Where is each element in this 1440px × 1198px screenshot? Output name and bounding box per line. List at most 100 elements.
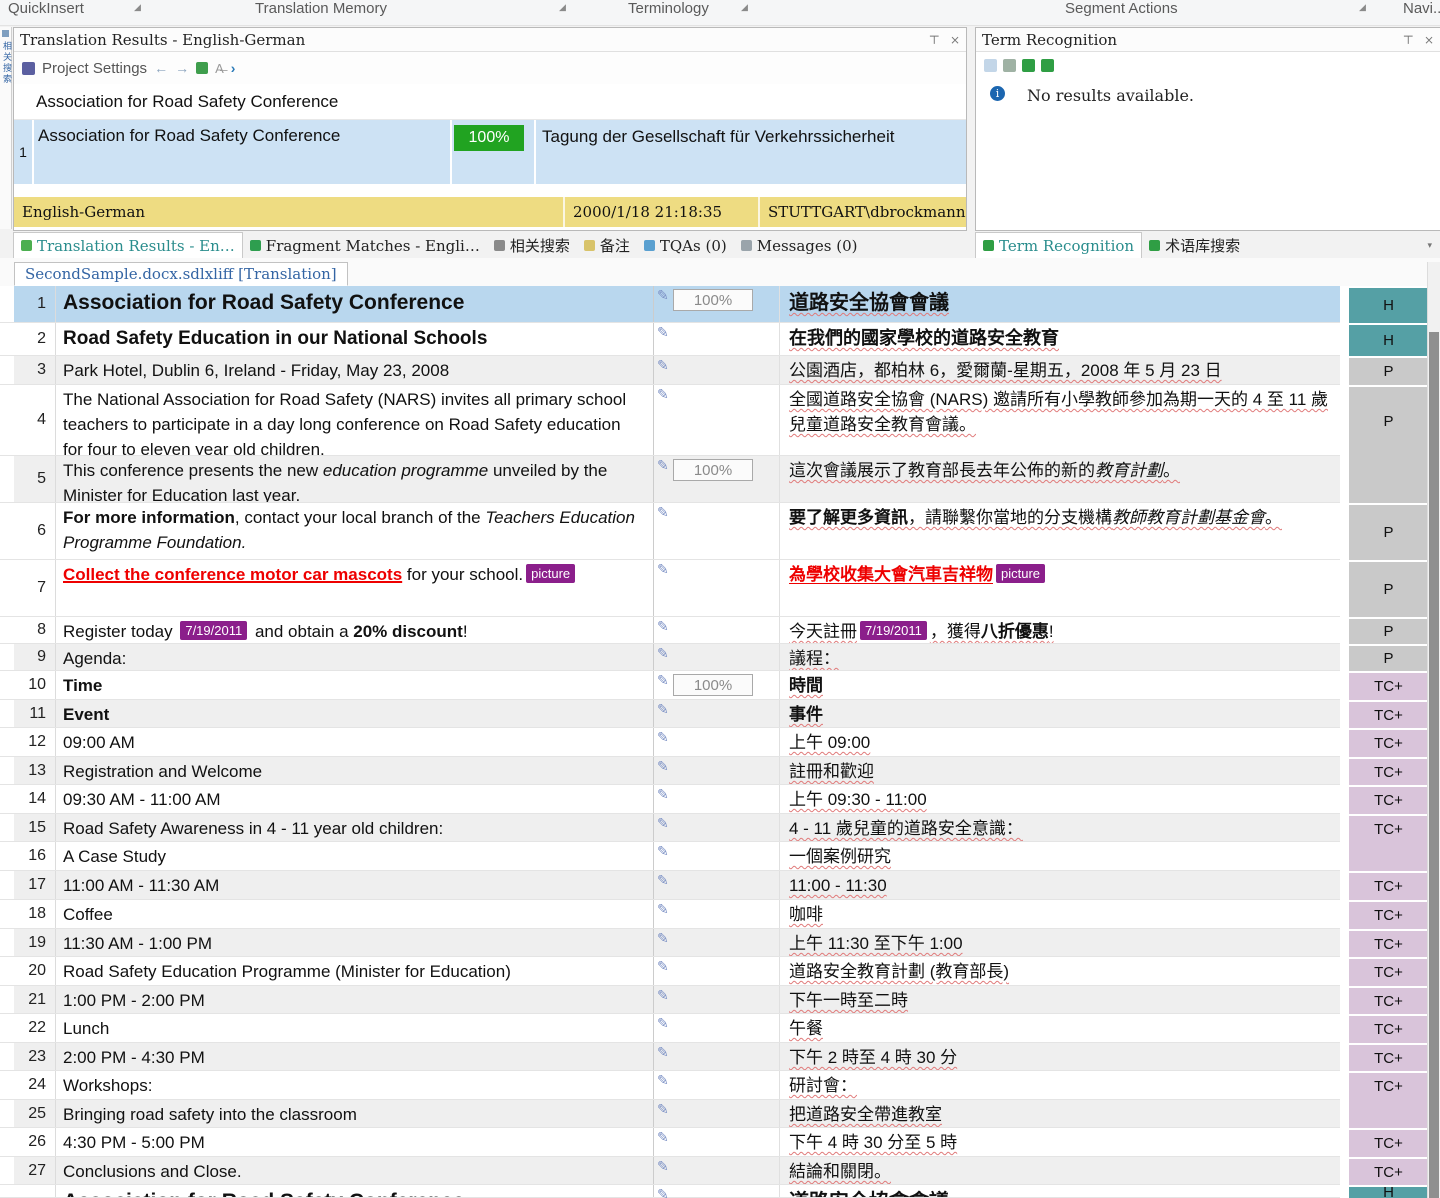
source-cell[interactable]: Registration and Welcome — [56, 757, 654, 784]
document-structure-badge[interactable]: P — [1349, 617, 1428, 644]
segment-number[interactable]: 25 — [14, 1100, 56, 1127]
document-structure-badge[interactable]: P — [1349, 644, 1428, 671]
add-term-icon[interactable] — [1003, 59, 1016, 72]
target-cell[interactable]: 道路安全協會會議 — [780, 286, 1340, 322]
segment-number[interactable]: 26 — [14, 1128, 56, 1156]
source-cell[interactable]: This conference presents the new educati… — [56, 456, 654, 502]
target-cell[interactable]: 下午 2 時至 4 時 30 分 — [780, 1043, 1340, 1070]
source-cell[interactable]: 09:30 AM - 11:00 AM — [56, 785, 654, 813]
source-cell[interactable]: Park Hotel, Dublin 6, Ireland - Friday, … — [56, 356, 654, 384]
target-cell[interactable]: 在我們的國家學校的道路安全教育 — [780, 323, 1340, 355]
segment-number[interactable]: 13 — [14, 757, 56, 784]
tab-fragment-matches[interactable]: Fragment Matches - Engli… — [243, 233, 487, 258]
segment-number[interactable]: 27 — [14, 1157, 56, 1184]
edit-translation-icon[interactable]: A̶ — [215, 61, 224, 76]
collapsed-panel-tab[interactable]: 相关搜索 — [0, 27, 12, 229]
forward-arrow-icon[interactable]: → — [175, 60, 189, 76]
document-structure-badge[interactable]: TC+ — [1349, 757, 1428, 785]
tab-concordance-search[interactable]: 相关搜索 — [487, 233, 577, 258]
document-tab[interactable]: SecondSample.docx.sdlxliff [Translation] — [14, 262, 348, 286]
pin-icon[interactable]: ⊤ — [1403, 33, 1414, 47]
target-cell[interactable]: 議程： — [780, 644, 1340, 670]
ribbon-group-translation-memory[interactable]: Translation Memory — [255, 0, 387, 17]
document-structure-badge[interactable]: TC+ — [1349, 986, 1428, 1014]
dialog-launcher-icon[interactable]: ◢ — [559, 2, 566, 13]
segment-number[interactable]: 6 — [14, 503, 56, 559]
document-structure-badge[interactable]: TC+ — [1349, 1014, 1428, 1043]
segment-number[interactable]: 17 — [14, 871, 56, 899]
target-cell[interactable]: 為學校收集大會汽車吉祥物picture — [780, 560, 1340, 616]
apply-translation-icon[interactable] — [196, 62, 208, 74]
dialog-launcher-icon[interactable]: ◢ — [741, 2, 748, 13]
source-cell[interactable]: For more information, contact your local… — [56, 503, 654, 559]
ribbon-group-terminology[interactable]: Terminology — [628, 0, 709, 17]
target-cell[interactable]: 今天註冊7/19/2011，獲得八折優惠! — [780, 617, 1340, 643]
target-cell[interactable]: 11:00 - 11:30 — [780, 871, 1340, 899]
ribbon-group-segment-actions[interactable]: Segment Actions — [1065, 0, 1178, 17]
source-cell[interactable]: Association for Road Safety Conference — [56, 1185, 654, 1197]
pin-icon[interactable]: ⊤ — [929, 33, 940, 47]
ribbon-group-quickinsert[interactable]: QuickInsert — [8, 0, 84, 17]
document-structure-badge[interactable] — [1349, 1100, 1428, 1128]
segment-number[interactable]: 9 — [14, 644, 56, 670]
segment-number[interactable]: 19 — [14, 929, 56, 956]
segment-number[interactable]: 20 — [14, 957, 56, 985]
source-cell[interactable]: 09:00 AM — [56, 728, 654, 756]
source-cell[interactable]: Coffee — [56, 900, 654, 928]
tab-tqa[interactable]: TQAs (0) — [637, 233, 734, 258]
document-structure-badge[interactable]: P — [1349, 356, 1428, 385]
target-cell[interactable]: 一個案例研究 — [780, 842, 1340, 870]
document-structure-badge[interactable]: H — [1349, 286, 1428, 323]
scrollbar-thumb[interactable] — [1429, 332, 1439, 1198]
document-structure-badge[interactable]: TC+ — [1349, 671, 1428, 700]
tab-termbase-search[interactable]: 术语库搜索 — [1142, 233, 1247, 258]
document-structure-badge[interactable]: TC+ — [1349, 1128, 1428, 1157]
segment-number[interactable]: 22 — [14, 1014, 56, 1042]
document-structure-badge[interactable]: TC+ — [1349, 871, 1428, 900]
segment-number[interactable]: 15 — [14, 814, 56, 841]
chevron-down-icon[interactable]: ▾ — [1427, 240, 1432, 251]
target-cell[interactable]: 研討會： — [780, 1071, 1340, 1099]
more-chevron-icon[interactable]: › — [231, 60, 236, 76]
segment-number[interactable]: 23 — [14, 1043, 56, 1070]
document-structure-badge[interactable]: TC+ — [1349, 1043, 1428, 1071]
document-structure-badge[interactable]: TC+ — [1349, 814, 1428, 842]
target-cell[interactable]: 道路安全協會會議 — [780, 1185, 1340, 1197]
tm-result-row[interactable]: 1 Association for Road Safety Conference… — [14, 120, 966, 184]
source-cell[interactable]: Register today 7/19/2011 and obtain a 20… — [56, 617, 654, 643]
vertical-scrollbar[interactable] — [1427, 262, 1440, 1198]
target-cell[interactable]: 午餐 — [780, 1014, 1340, 1042]
document-structure-badge[interactable]: P — [1349, 503, 1428, 560]
segment-number[interactable]: 4 — [14, 385, 56, 455]
source-cell[interactable]: Event — [56, 700, 654, 727]
target-cell[interactable]: 要了解更多資訊，請聯繫你當地的分支機構教師教育計劃基金會。 — [780, 503, 1340, 559]
target-cell[interactable]: 註冊和歡迎 — [780, 757, 1340, 784]
segment-number[interactable]: 10 — [14, 671, 56, 699]
segment-number[interactable]: 24 — [14, 1071, 56, 1099]
source-cell[interactable]: Time — [56, 671, 654, 699]
target-cell[interactable]: 結論和關閉。 — [780, 1157, 1340, 1184]
source-cell[interactable]: Association for Road Safety Conference — [56, 286, 654, 322]
target-cell[interactable]: 下午一時至二時 — [780, 986, 1340, 1013]
source-cell[interactable]: 2:00 PM - 4:30 PM — [56, 1043, 654, 1070]
segment-number[interactable]: 3 — [14, 356, 56, 384]
document-structure-badge[interactable]: TC+ — [1349, 929, 1428, 957]
segment-number[interactable]: 14 — [14, 785, 56, 813]
document-structure-badge[interactable]: H — [1349, 1185, 1428, 1198]
source-cell[interactable]: 1:00 PM - 2:00 PM — [56, 986, 654, 1013]
document-structure-badge[interactable]: P — [1349, 385, 1428, 456]
segment-number[interactable]: 1 — [14, 286, 56, 322]
target-cell[interactable]: 4 - 11 歲兒童的道路安全意識： — [780, 814, 1340, 841]
close-icon[interactable]: × — [1424, 33, 1434, 47]
target-cell[interactable]: 上午 11:30 至下午 1:00 — [780, 929, 1340, 956]
document-structure-badge[interactable]: TC+ — [1349, 1157, 1428, 1185]
segment-number[interactable]: 7 — [14, 560, 56, 616]
back-arrow-icon[interactable]: ← — [154, 60, 168, 76]
target-cell[interactable]: 公園酒店，都柏林 6，愛爾蘭-星期五，2008 年 5 月 23 日 — [780, 356, 1340, 384]
segment-number[interactable]: 16 — [14, 842, 56, 870]
target-cell[interactable]: 全國道路安全協會 (NARS) 邀請所有小學教師參加為期一天的 4 至 11 歲… — [780, 385, 1340, 455]
dialog-launcher-icon[interactable]: ◢ — [1359, 2, 1366, 13]
document-structure-badge[interactable]: TC+ — [1349, 1071, 1428, 1100]
document-structure-badge[interactable]: H — [1349, 323, 1428, 356]
target-cell[interactable]: 下午 4 時 30 分至 5 時 — [780, 1128, 1340, 1156]
